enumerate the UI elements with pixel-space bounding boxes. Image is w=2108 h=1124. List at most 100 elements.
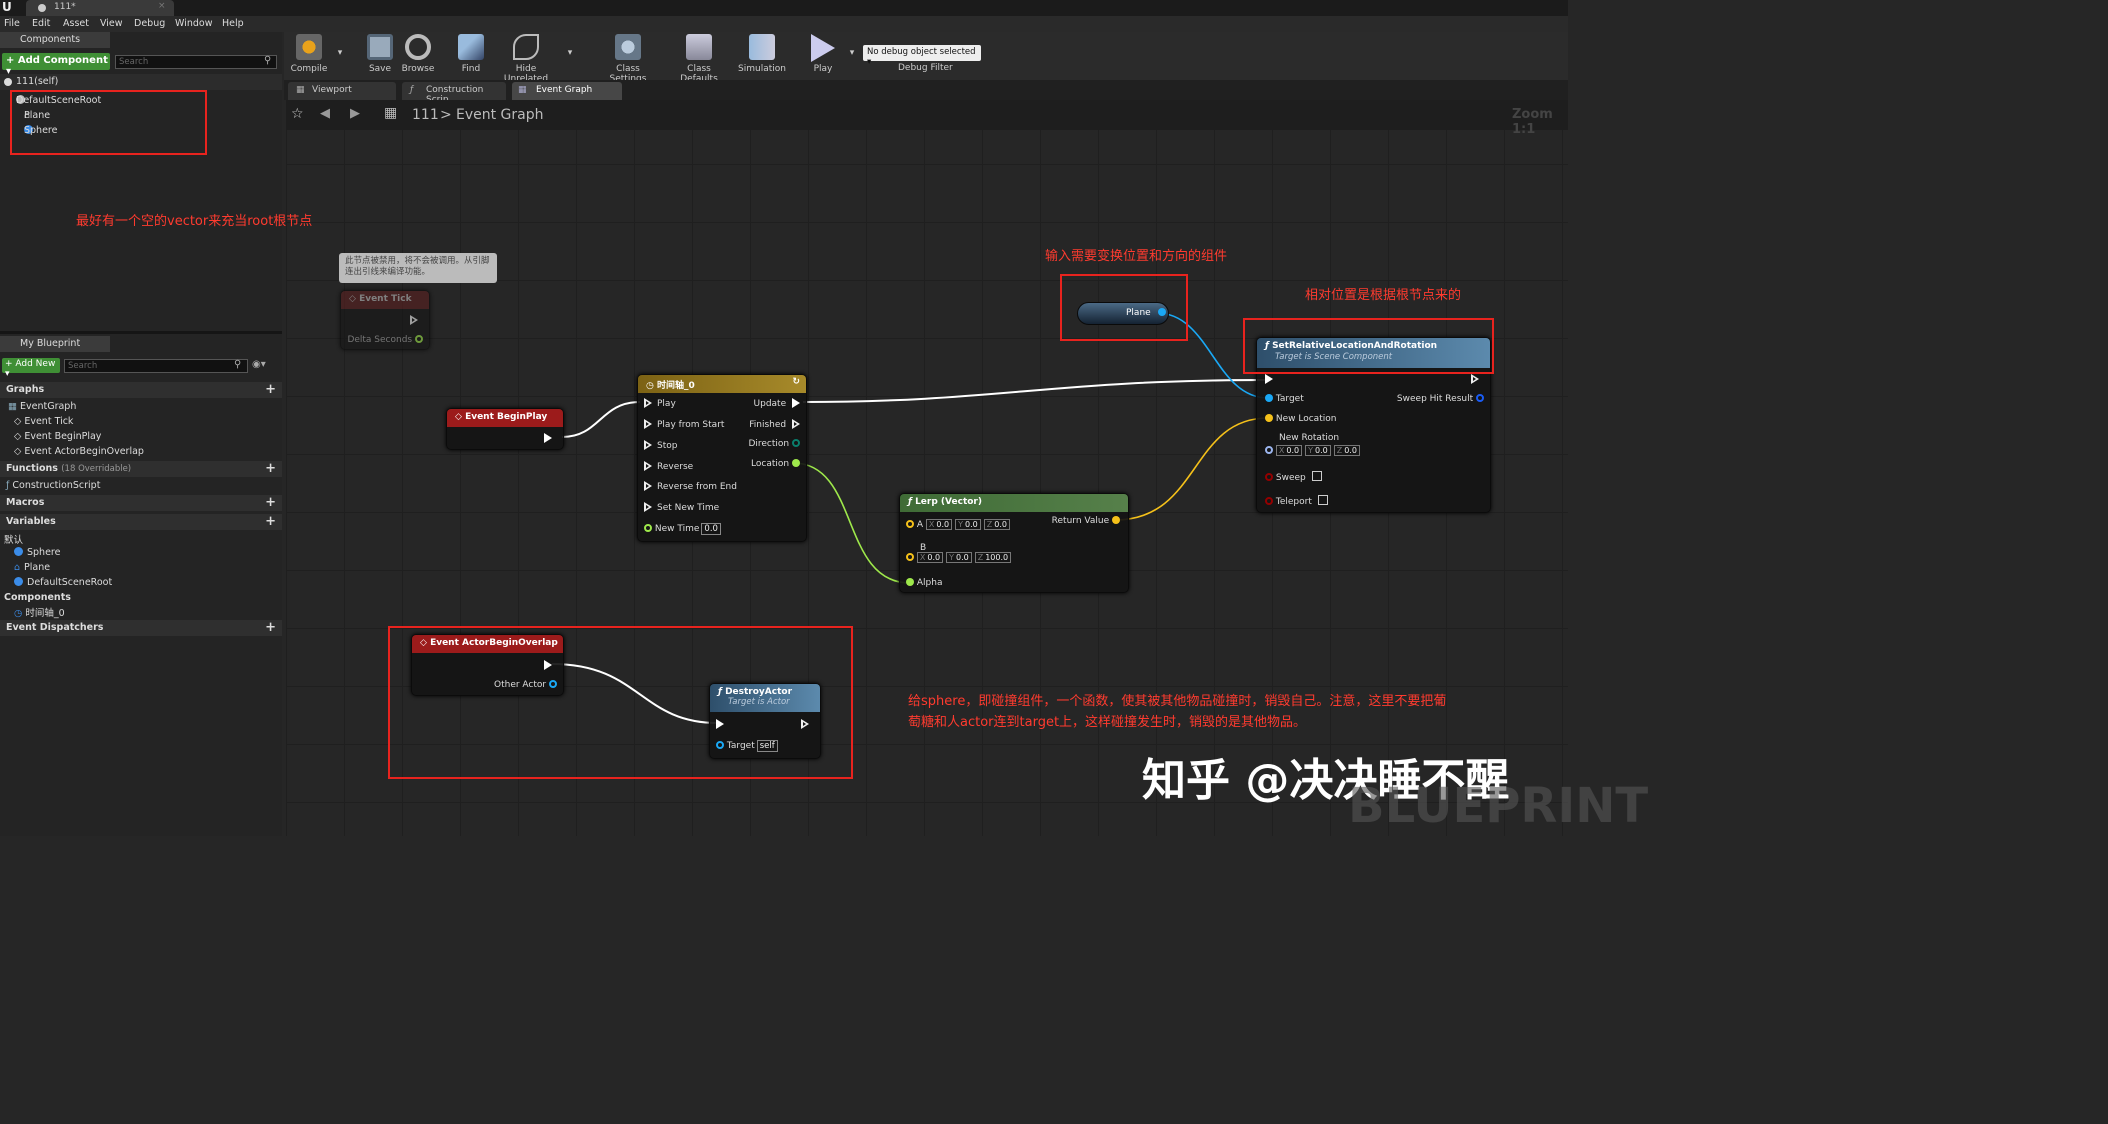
- blueprint-watermark: BLUEPRINT: [1348, 778, 1649, 834]
- finished-pin[interactable]: Finished: [749, 419, 800, 430]
- pin-label: Sweep Hit Result: [1396, 394, 1474, 404]
- lerp-vector-node[interactable]: ƒ Lerp (Vector) A X 0.0 Y 0.0 Z 0.0 B X 0.0 Y 0.…: [899, 493, 1129, 593]
- vector-pin-icon: [1265, 414, 1273, 422]
- node-header: ƒ Lerp (Vector): [900, 494, 1128, 512]
- a-z-field[interactable]: Z 0.0: [983, 519, 1010, 530]
- delta-seconds-pin[interactable]: Delta Seconds: [347, 335, 423, 345]
- axis-label: Y: [1308, 446, 1313, 455]
- float-pin-icon: [644, 524, 652, 532]
- enum-pin-icon: [792, 439, 800, 447]
- field-value: 0.0: [1344, 446, 1357, 455]
- loop-icon: ↻: [792, 377, 800, 387]
- sweep-hit-result-pin[interactable]: Sweep Hit Result: [1397, 394, 1484, 404]
- pin-label: Reverse: [657, 462, 694, 472]
- event-beginplay-node[interactable]: ◇ Event BeginPlay: [446, 408, 564, 450]
- exec-out-pin[interactable]: [1471, 374, 1484, 385]
- exec-pin-icon: [410, 315, 418, 325]
- node-title: Lerp (Vector): [915, 497, 982, 507]
- play-from-start-pin[interactable]: Play from Start: [644, 419, 724, 430]
- vector-wire: [1114, 417, 1269, 521]
- reverse-from-end-pin[interactable]: Reverse from End: [644, 481, 737, 492]
- annotation-destroy-line1: 给sphere，即碰撞组件，一个函数，使其被其他物品碰撞时，销毁自己。注意，这里…: [908, 694, 1447, 709]
- return-value-pin[interactable]: Return Value: [1052, 516, 1120, 526]
- rot-x-field[interactable]: X 0.0: [1275, 445, 1303, 456]
- pin-label: Alpha: [916, 578, 943, 588]
- exec-pin-icon: [644, 502, 652, 512]
- timeline-clock-icon: ◷: [646, 381, 657, 391]
- exec-in-pin[interactable]: [1265, 374, 1278, 385]
- field-value: 0.0: [965, 520, 978, 529]
- node-title: Event Tick: [359, 294, 412, 304]
- new-time-field[interactable]: 0.0: [701, 523, 721, 535]
- exec-pin-icon: [1471, 374, 1479, 384]
- exec-pin-icon: [792, 419, 800, 429]
- sweep-pin[interactable]: Sweep: [1265, 471, 1322, 483]
- pin-label: Sweep: [1275, 473, 1306, 483]
- annotation-destroy-line2: 萄糖和人actor连到target上，这样碰撞发生时，销毁的是其他物品。: [908, 715, 1307, 730]
- new-rotation-pin[interactable]: X 0.0 Y 0.0 Z 0.0: [1265, 445, 1363, 456]
- b-x-field[interactable]: X 0.0: [916, 552, 944, 563]
- update-pin[interactable]: Update: [754, 398, 800, 409]
- b-pin[interactable]: X 0.0 Y 0.0 Z 100.0: [906, 552, 1014, 563]
- exec-pin-icon: [644, 461, 652, 471]
- field-value: 0.0: [936, 520, 950, 529]
- field-value: 0.0: [1314, 446, 1328, 455]
- annotation-input-component: 输入需要变换位置和方向的组件: [1045, 249, 1228, 264]
- float-pin-icon: [906, 578, 914, 586]
- axis-label: Y: [958, 520, 964, 529]
- pin-label: Stop: [657, 441, 678, 451]
- new-time-pin[interactable]: New Time 0.0: [644, 523, 721, 535]
- stop-pin[interactable]: Stop: [644, 440, 677, 451]
- node-header: ◷ 时间轴_0 ↻: [638, 375, 806, 393]
- axis-label: Z: [986, 520, 993, 529]
- teleport-checkbox[interactable]: [1317, 495, 1328, 505]
- pin-label: Play from Start: [657, 420, 725, 430]
- timeline-node[interactable]: ◷ 时间轴_0 ↻ Play Play from Start Stop Rever…: [637, 374, 807, 542]
- bool-pin-icon: [1265, 497, 1273, 505]
- exec-out-pin[interactable]: [544, 433, 557, 444]
- exec-pin-icon: [644, 419, 652, 429]
- exec-pin-icon: [544, 433, 552, 443]
- node-title: Event BeginPlay: [465, 412, 548, 422]
- vector-pin-icon: [906, 520, 914, 528]
- a-y-field[interactable]: Y 0.0: [955, 519, 981, 530]
- set-new-time-pin[interactable]: Set New Time: [644, 502, 719, 513]
- exec-wire: [561, 401, 641, 438]
- pin-label: Target: [1275, 394, 1304, 404]
- pin-label: Set New Time: [657, 503, 720, 513]
- new-location-pin[interactable]: New Location: [1265, 414, 1336, 424]
- reverse-pin[interactable]: Reverse: [644, 461, 693, 472]
- rotator-pin-icon: [1265, 446, 1273, 454]
- direction-pin[interactable]: Direction: [748, 439, 800, 449]
- location-pin[interactable]: Location: [751, 459, 800, 469]
- pin-label: Delta Seconds: [347, 335, 413, 345]
- disabled-node-comment: 此节点被禁用，将不会被调用。从引脚连出引线来编译功能。: [339, 253, 497, 283]
- teleport-pin[interactable]: Teleport: [1265, 495, 1328, 507]
- pin-label: Update: [753, 399, 787, 409]
- alpha-pin[interactable]: Alpha: [906, 578, 942, 588]
- pin-label: Teleport: [1275, 497, 1312, 507]
- event-tick-node[interactable]: ◇ Event Tick Delta Seconds: [340, 290, 430, 350]
- node-title: 时间轴_0: [657, 381, 695, 391]
- exec-pin-icon: [792, 398, 800, 408]
- a-pin[interactable]: A X 0.0 Y 0.0 Z 0.0: [906, 519, 1013, 530]
- sweep-checkbox[interactable]: [1311, 471, 1322, 481]
- float-pin-icon: [415, 335, 423, 343]
- a-x-field[interactable]: X 0.0: [925, 519, 953, 530]
- play-pin[interactable]: Play: [644, 398, 676, 409]
- target-pin[interactable]: Target: [1265, 394, 1304, 404]
- bool-pin-icon: [1265, 473, 1273, 481]
- b-y-field[interactable]: Y 0.0: [946, 552, 972, 563]
- rot-y-field[interactable]: Y 0.0: [1305, 445, 1331, 456]
- exec-out-pin[interactable]: [410, 315, 423, 326]
- field-value: 100.0: [985, 553, 1009, 562]
- annotation-box-overlap: [388, 626, 853, 779]
- vector-pin-icon: [906, 553, 914, 561]
- object-pin-icon: [1265, 394, 1273, 402]
- pin-label: Direction: [748, 439, 790, 449]
- rot-z-field[interactable]: Z 0.0: [1333, 445, 1360, 456]
- event-diamond-icon: ◇: [349, 294, 360, 304]
- function-icon: ƒ: [908, 497, 916, 507]
- b-z-field[interactable]: Z 100.0: [974, 552, 1012, 563]
- axis-label: Z: [977, 553, 984, 562]
